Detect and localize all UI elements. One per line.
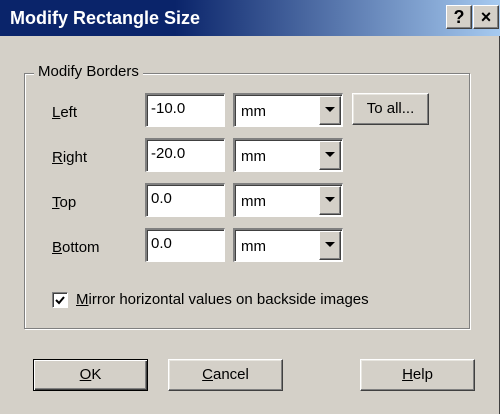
group-title: Modify Borders	[34, 62, 143, 82]
top-unit-select[interactable]: mm	[233, 183, 343, 217]
modify-rectangle-size-dialog: Modify Rectangle Size ? × Modify Borders…	[0, 0, 500, 414]
bottom-value-input[interactable]: 0.0	[145, 228, 225, 262]
left-unit-value: mm	[241, 103, 266, 120]
chevron-down-icon[interactable]	[319, 96, 341, 125]
right-label: Right	[52, 149, 88, 166]
checkmark-icon	[55, 296, 65, 305]
chevron-down-icon[interactable]	[319, 186, 341, 215]
mirror-label[interactable]: Mirror horizontal values on backside ima…	[76, 290, 369, 310]
bottom-unit-value: mm	[241, 238, 266, 255]
top-value-input[interactable]: 0.0	[145, 183, 225, 217]
left-label: Left	[52, 104, 78, 121]
top-unit-value: mm	[241, 193, 266, 210]
to-all-button[interactable]: To all...	[352, 93, 429, 125]
bottom-unit-select[interactable]: mm	[233, 228, 343, 262]
mirror-checkbox[interactable]	[52, 292, 68, 308]
left-unit-select[interactable]: mm	[233, 93, 343, 127]
ok-button[interactable]: OK	[33, 359, 148, 391]
title-bar[interactable]: Modify Rectangle Size ? ×	[0, 0, 500, 36]
help-icon[interactable]: ?	[446, 5, 472, 29]
bottom-label: Bottom	[52, 239, 100, 256]
chevron-down-icon[interactable]	[319, 141, 341, 170]
dialog-title: Modify Rectangle Size	[10, 8, 201, 28]
cancel-button[interactable]: Cancel	[168, 359, 283, 391]
help-button[interactable]: Help	[360, 359, 475, 391]
close-icon[interactable]: ×	[473, 5, 499, 29]
right-unit-select[interactable]: mm	[233, 138, 343, 172]
right-value-input[interactable]: -20.0	[145, 138, 225, 172]
top-label: Top	[52, 194, 77, 211]
right-unit-value: mm	[241, 148, 266, 165]
chevron-down-icon[interactable]	[319, 231, 341, 260]
left-value-input[interactable]: -10.0	[145, 93, 225, 127]
